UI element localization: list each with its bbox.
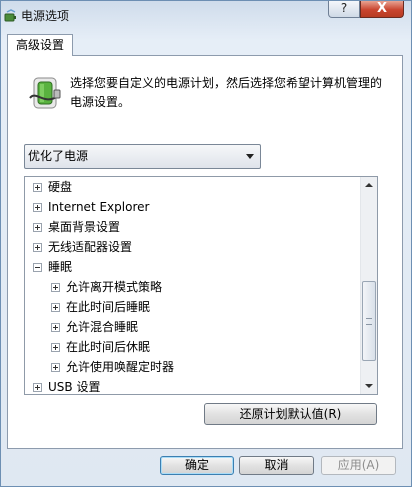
scroll-up-arrow-icon[interactable] <box>361 177 377 193</box>
power-options-icon <box>4 9 16 22</box>
tree-item-hibernate-after[interactable]: 在此时间后休眠 <box>51 337 150 357</box>
chevron-down-icon[interactable] <box>246 154 254 159</box>
description-text: 选择您要自定义的电源计划，然后选择您希望计算机管理的电源设置。 <box>70 76 383 109</box>
apply-button[interactable]: 应用(A) <box>321 456 396 475</box>
tree-item-hybrid-sleep[interactable]: 允许混合睡眠 <box>51 317 138 337</box>
cancel-button[interactable]: 取消 <box>239 456 314 475</box>
battery-plan-icon <box>29 77 61 109</box>
settings-tree[interactable]: 硬盘 Internet Explorer 桌面背景设置 无线适配器设置 睡眠 允… <box>24 176 378 395</box>
advanced-settings-panel: 选择您要自定义的电源计划，然后选择您希望计算机管理的电源设置。 优化了电源 硬盘… <box>7 55 403 449</box>
close-button[interactable]: X <box>360 1 404 18</box>
tree-item-wake-timers[interactable]: 允许使用唤醒定时器 <box>51 357 174 377</box>
expand-icon[interactable] <box>33 383 42 392</box>
title-bar: 电源选项 ? X <box>1 1 411 31</box>
tree-item-desktop-background[interactable]: 桌面背景设置 <box>33 217 120 237</box>
tree-item-hard-disk[interactable]: 硬盘 <box>33 177 72 197</box>
tab-advanced-settings[interactable]: 高级设置 <box>7 34 73 56</box>
restore-defaults-button[interactable]: 还原计划默认值(R) <box>204 403 377 425</box>
expand-icon[interactable] <box>33 243 42 252</box>
tree-item-wireless-adapter[interactable]: 无线适配器设置 <box>33 237 132 257</box>
ok-button[interactable]: 确定 <box>160 456 234 475</box>
power-options-window: 电源选项 ? X 高级设置 选择您要自定义的电源计划，然后选择您希望计算机管理的… <box>0 0 412 487</box>
tree-scrollbar[interactable] <box>360 177 377 394</box>
tree-item-away-mode-policy[interactable]: 允许离开模式策略 <box>51 277 162 297</box>
window-title: 电源选项 <box>21 9 70 23</box>
power-plan-dropdown[interactable]: 优化了电源 <box>24 144 261 169</box>
expand-icon[interactable] <box>51 283 60 292</box>
scroll-thumb[interactable] <box>362 281 376 361</box>
expand-icon[interactable] <box>33 223 42 232</box>
help-button[interactable]: ? <box>328 1 360 18</box>
tree-item-sleep-after[interactable]: 在此时间后睡眠 <box>51 297 150 317</box>
expand-icon[interactable] <box>33 203 42 212</box>
collapse-icon[interactable] <box>33 263 42 272</box>
expand-icon[interactable] <box>33 183 42 192</box>
expand-icon[interactable] <box>51 343 60 352</box>
tree-item-sleep[interactable]: 睡眠 <box>33 257 72 277</box>
tree-item-usb-settings[interactable]: USB 设置 <box>33 377 100 394</box>
expand-icon[interactable] <box>51 323 60 332</box>
expand-icon[interactable] <box>51 303 60 312</box>
power-plan-value: 优化了电源 <box>28 149 89 163</box>
tree-item-internet-explorer[interactable]: Internet Explorer <box>33 197 149 217</box>
expand-icon[interactable] <box>51 363 60 372</box>
scroll-down-arrow-icon[interactable] <box>361 378 377 394</box>
